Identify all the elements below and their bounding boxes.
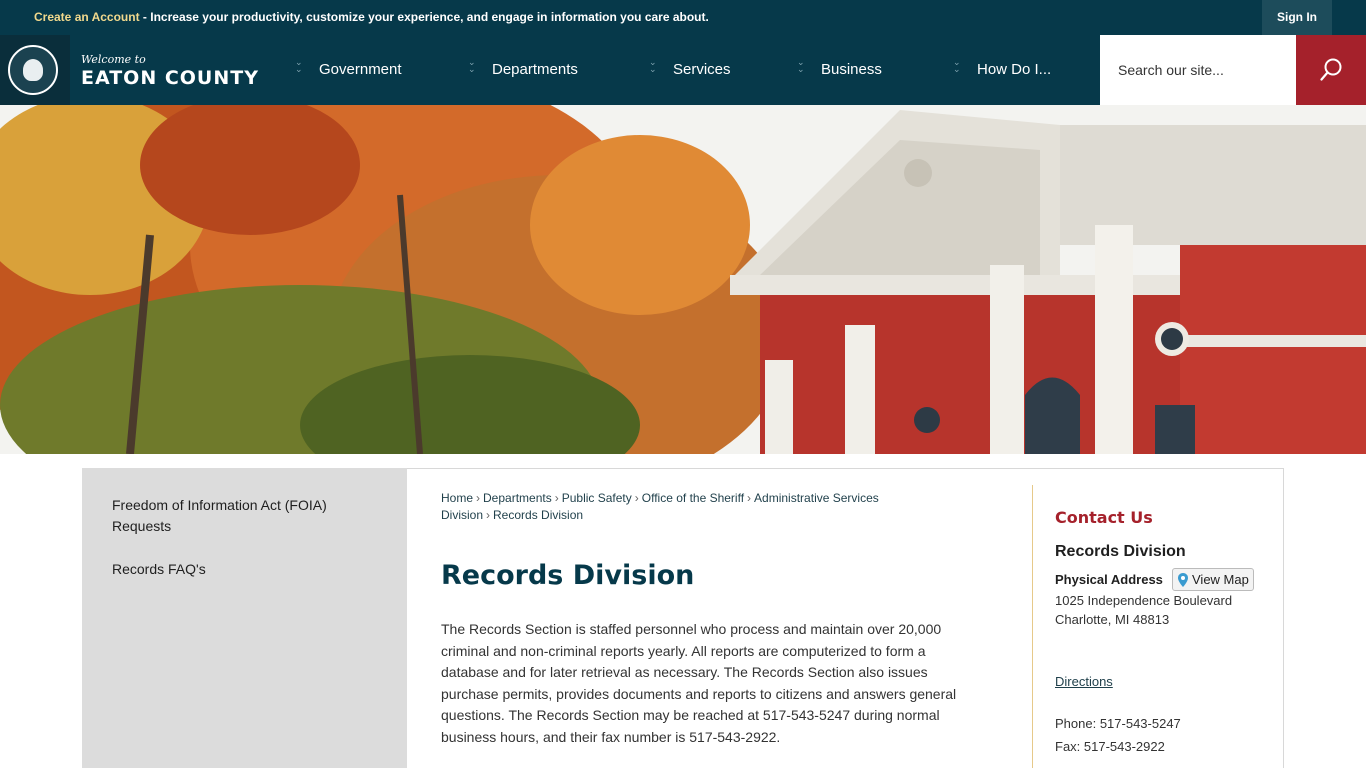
fax-number: Fax: 517-543-2922 — [1055, 739, 1165, 754]
chevron-down-icon: ⌄ ⌄ — [468, 57, 476, 74]
view-map-label: View Map — [1192, 572, 1249, 587]
top-bar: Create an Account - Increase your produc… — [0, 0, 1366, 35]
breadcrumb: Home › Departments › Public Safety › Office of… — [441, 490, 881, 524]
sign-in-button[interactable]: Sign In — [1262, 0, 1332, 35]
courthouse-autumn-illustration — [0, 105, 1366, 454]
logo-link[interactable] — [0, 35, 70, 105]
search-box — [1100, 35, 1296, 105]
breadcrumb-separator: › — [554, 491, 559, 505]
main-navigation: Welcome to EATON COUNTY ⌄ ⌄ Government ⌄ ⌄… — [0, 35, 1366, 105]
chevron-down-icon: ⌄ ⌄ — [797, 57, 805, 74]
breadcrumb-current: Records Division — [493, 508, 584, 522]
breadcrumb-departments[interactable]: Departments — [483, 491, 552, 505]
page-title: Records Division — [441, 560, 695, 591]
address-line-2: Charlotte, MI 48813 — [1055, 612, 1170, 627]
breadcrumb-home[interactable]: Home — [441, 491, 473, 505]
side-navigation: Freedom of Information Act (FOIA) Reques… — [82, 468, 407, 768]
search-button[interactable] — [1296, 35, 1366, 105]
directions-link[interactable]: Directions — [1055, 674, 1113, 689]
search-icon — [1320, 58, 1342, 81]
breadcrumb-separator: › — [747, 491, 752, 505]
account-promo: Create an Account - Increase your produc… — [34, 10, 709, 24]
promo-text: - Increase your productivity, customize … — [139, 10, 709, 24]
nav-item-label: How Do I... — [977, 61, 1052, 78]
breadcrumb-separator: › — [634, 491, 639, 505]
view-map-button[interactable]: View Map — [1172, 568, 1254, 591]
breadcrumb-office-of-sheriff[interactable]: Office of the Sheriff — [642, 491, 744, 505]
hero-banner-image — [0, 105, 1366, 454]
page-description: The Records Section is staffed personnel… — [441, 621, 957, 745]
chevron-down-icon: ⌄ ⌄ — [649, 57, 657, 74]
chevron-down-icon: ⌄ ⌄ — [295, 57, 303, 74]
sidebar-item-records-faq[interactable]: Records FAQ's — [112, 559, 362, 580]
address-line-1: 1025 Independence Boulevard — [1055, 593, 1233, 608]
nav-item-label: Departments — [492, 61, 578, 78]
create-account-link[interactable]: Create an Account — [34, 10, 140, 24]
nav-item-label: Services — [673, 61, 731, 78]
brand-welcome[interactable]: Welcome to — [81, 53, 146, 66]
county-seal-icon — [8, 45, 58, 95]
breadcrumb-separator: › — [476, 491, 481, 505]
breadcrumb-separator: › — [486, 508, 491, 522]
column-divider — [1032, 485, 1033, 768]
nav-item-label: Government — [319, 61, 402, 78]
contact-heading: Contact Us — [1055, 508, 1153, 527]
phone-number: Phone: 517-543-5247 — [1055, 716, 1181, 731]
search-input[interactable] — [1118, 57, 1288, 83]
breadcrumb-public-safety[interactable]: Public Safety — [562, 491, 632, 505]
map-pin-icon — [1178, 573, 1188, 587]
nav-item-label: Business — [821, 61, 882, 78]
brand-name[interactable]: EATON COUNTY — [81, 67, 259, 89]
physical-address-label: Physical Address — [1055, 572, 1163, 587]
contact-name: Records Division — [1055, 543, 1186, 560]
chevron-down-icon: ⌄ ⌄ — [953, 57, 961, 74]
sidebar-item-foia-requests[interactable]: Freedom of Information Act (FOIA) Reques… — [112, 495, 362, 537]
